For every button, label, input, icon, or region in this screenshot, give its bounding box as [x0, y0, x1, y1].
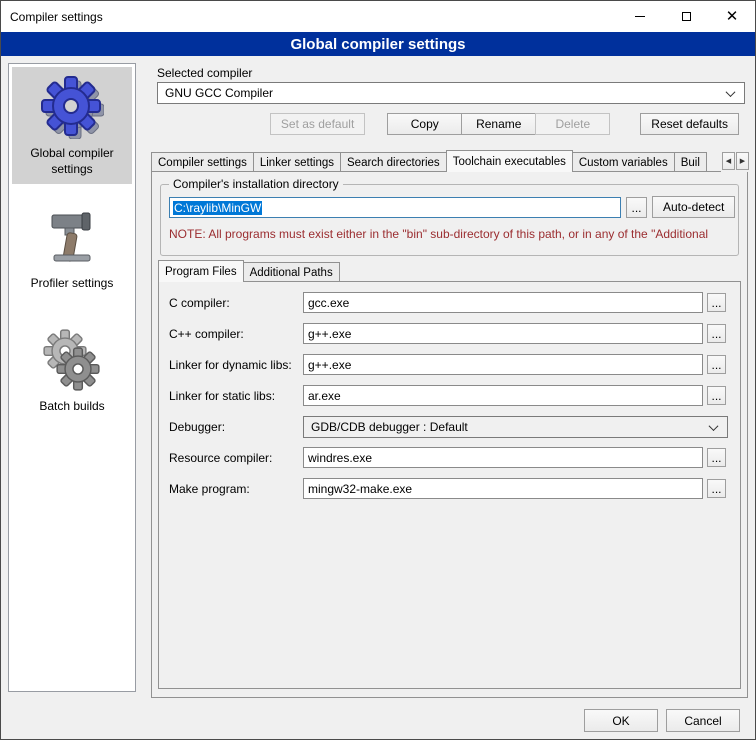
- debugger-value: GDB/CDB debugger : Default: [311, 420, 468, 434]
- static-linker-browse-button[interactable]: ...: [707, 386, 726, 405]
- reset-defaults-button[interactable]: Reset defaults: [640, 113, 739, 135]
- rename-button[interactable]: Rename: [461, 113, 536, 135]
- tab-scroll-right-icon[interactable]: ▶: [736, 152, 749, 170]
- installation-note: NOTE: All programs must exist either in …: [169, 227, 738, 241]
- installation-directory-input[interactable]: C:\raylib\MinGW: [169, 197, 621, 218]
- selected-compiler-dropdown[interactable]: GNU GCC Compiler: [157, 82, 745, 104]
- cpp-compiler-input[interactable]: [303, 323, 703, 344]
- sidebar-item-global-compiler-settings[interactable]: Global compiler settings: [12, 67, 132, 184]
- auto-detect-button[interactable]: Auto-detect: [652, 196, 735, 218]
- field-row-debugger: Debugger: GDB/CDB debugger : Default: [159, 416, 740, 438]
- make-program-label: Make program:: [169, 482, 250, 496]
- dynamic-linker-input[interactable]: [303, 354, 703, 375]
- c-compiler-label: C compiler:: [169, 296, 230, 310]
- tab-custom-variables[interactable]: Custom variables: [572, 152, 675, 172]
- installation-directory-group: Compiler's installation directory C:\ray…: [160, 184, 739, 256]
- field-row-static-linker: Linker for static libs: ...: [159, 385, 740, 407]
- resource-compiler-label: Resource compiler:: [169, 451, 272, 465]
- toolchain-executables-panel: Compiler's installation directory C:\ray…: [151, 171, 748, 698]
- program-files-tabstrip: Program Files Additional Paths: [158, 260, 741, 282]
- gear-icon: [40, 75, 104, 139]
- installation-directory-browse-button[interactable]: ...: [626, 197, 647, 218]
- cpp-compiler-label: C++ compiler:: [169, 327, 244, 341]
- compiler-actions: Set as default Copy Rename Delete Reset …: [270, 113, 739, 135]
- debugger-select[interactable]: GDB/CDB debugger : Default: [303, 416, 728, 438]
- minimize-icon: [635, 16, 645, 17]
- ok-button[interactable]: OK: [584, 709, 658, 732]
- batch-gears-icon: [40, 328, 104, 392]
- delete-button[interactable]: Delete: [535, 113, 610, 135]
- debugger-label: Debugger:: [169, 420, 225, 434]
- page-title: Global compiler settings: [1, 32, 755, 56]
- profiler-tool-icon: [40, 205, 104, 269]
- tab-program-files[interactable]: Program Files: [158, 260, 244, 282]
- tab-compiler-settings[interactable]: Compiler settings: [151, 152, 254, 172]
- field-row-dynamic-linker: Linker for dynamic libs: ...: [159, 354, 740, 376]
- compiler-settings-dialog: Compiler settings ✕ Global compiler sett…: [0, 0, 756, 740]
- tab-linker-settings[interactable]: Linker settings: [253, 152, 341, 172]
- dynamic-linker-browse-button[interactable]: ...: [707, 355, 726, 374]
- field-row-cpp-compiler: C++ compiler: ...: [159, 323, 740, 345]
- chevron-down-icon: [726, 87, 736, 97]
- make-program-input[interactable]: [303, 478, 703, 499]
- cpp-compiler-browse-button[interactable]: ...: [707, 324, 726, 343]
- sidebar-item-profiler-settings[interactable]: Profiler settings: [12, 197, 132, 299]
- sidebar-item-label: Batch builds: [39, 399, 104, 415]
- static-linker-input[interactable]: [303, 385, 703, 406]
- tab-additional-paths[interactable]: Additional Paths: [243, 262, 340, 282]
- settings-sidebar: Global compiler settings Profiler settin…: [8, 63, 136, 692]
- tab-scroll-left-icon[interactable]: ◀: [722, 152, 735, 170]
- resource-compiler-input[interactable]: [303, 447, 703, 468]
- minimize-button[interactable]: [617, 1, 663, 32]
- settings-tabstrip: Compiler settings Linker settings Search…: [151, 150, 749, 172]
- selected-compiler-value: GNU GCC Compiler: [165, 86, 273, 100]
- cancel-button[interactable]: Cancel: [666, 709, 740, 732]
- field-row-c-compiler: C compiler: ...: [159, 292, 740, 314]
- maximize-icon: [682, 12, 691, 21]
- dynamic-linker-label: Linker for dynamic libs:: [169, 358, 292, 372]
- tab-search-directories[interactable]: Search directories: [340, 152, 447, 172]
- c-compiler-input[interactable]: [303, 292, 703, 313]
- close-button[interactable]: ✕: [709, 1, 755, 32]
- static-linker-label: Linker for static libs:: [169, 389, 275, 403]
- make-program-browse-button[interactable]: ...: [707, 479, 726, 498]
- field-row-resource-compiler: Resource compiler: ...: [159, 447, 740, 469]
- titlebar[interactable]: Compiler settings ✕: [1, 1, 755, 32]
- resource-compiler-browse-button[interactable]: ...: [707, 448, 726, 467]
- field-row-make-program: Make program: ...: [159, 478, 740, 500]
- main-panel: Selected compiler GNU GCC Compiler Set a…: [151, 56, 749, 740]
- tab-toolchain-executables[interactable]: Toolchain executables: [446, 150, 573, 172]
- sidebar-item-label: Profiler settings: [31, 276, 114, 292]
- sidebar-item-batch-builds[interactable]: Batch builds: [12, 320, 132, 422]
- tab-build-truncated[interactable]: Buil: [674, 152, 707, 172]
- close-icon: ✕: [726, 9, 739, 24]
- window-title: Compiler settings: [10, 10, 617, 24]
- sidebar-item-label: Global compiler settings: [14, 146, 130, 177]
- c-compiler-browse-button[interactable]: ...: [707, 293, 726, 312]
- set-as-default-button[interactable]: Set as default: [270, 113, 365, 135]
- maximize-button[interactable]: [663, 1, 709, 32]
- tab-scroll-controls: ◀ ▶: [721, 152, 749, 172]
- chevron-down-icon: [709, 421, 719, 431]
- installation-directory-group-title: Compiler's installation directory: [169, 177, 343, 191]
- installation-directory-value: C:\raylib\MinGW: [173, 201, 262, 215]
- copy-button[interactable]: Copy: [387, 113, 462, 135]
- dialog-content: Global compiler settings Profiler settin…: [1, 56, 755, 739]
- selected-compiler-label: Selected compiler: [157, 66, 252, 80]
- program-files-panel: C compiler: ... C++ compiler: ... Linker…: [158, 281, 741, 689]
